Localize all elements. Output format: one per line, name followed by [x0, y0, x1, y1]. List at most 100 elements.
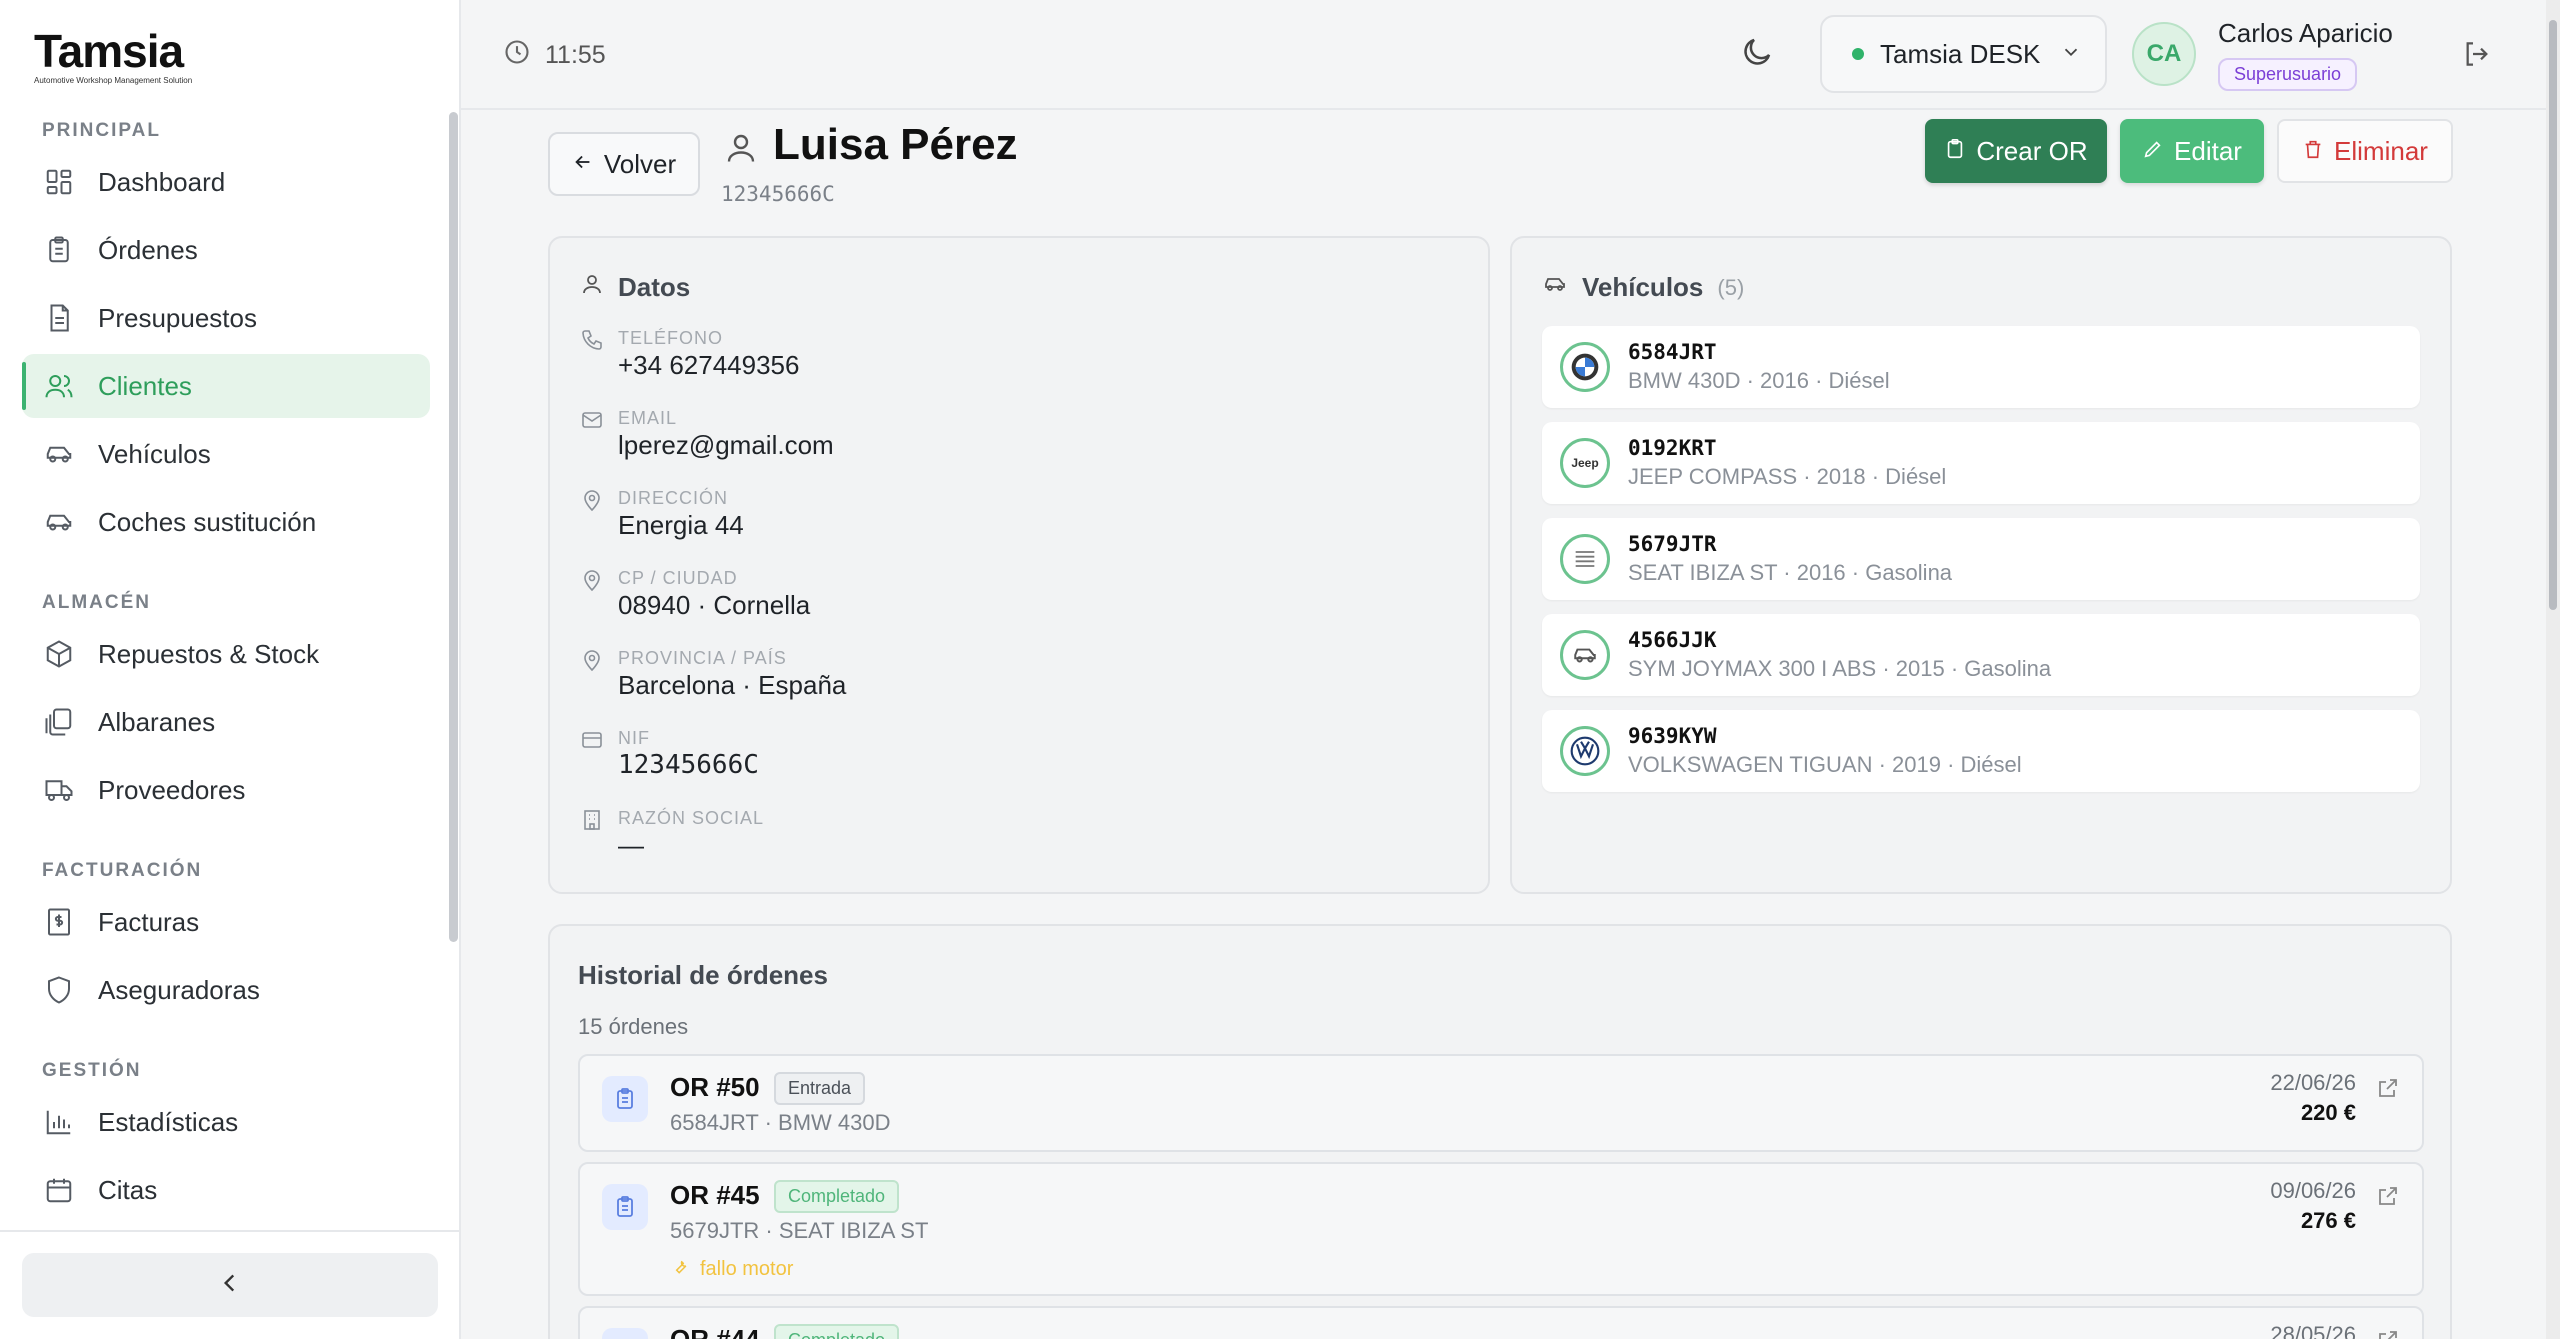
sidebar-item-albaranes[interactable]: Albaranes: [22, 690, 430, 754]
field-value: 12345666C: [618, 750, 759, 780]
status-badge: Completado: [774, 1180, 900, 1213]
moon-icon: [1739, 38, 1775, 74]
order-vehicle: 5679JTR · SEAT IBIZA ST: [670, 1218, 929, 1243]
sidebar-item-estadisticas[interactable]: Estadísticas: [22, 1090, 430, 1154]
sidebar-item-label: Aseguradoras: [98, 974, 260, 1005]
collapse-sidebar-button[interactable]: [22, 1253, 438, 1317]
shield-icon: [42, 973, 76, 1007]
sidebar-item-clientes[interactable]: Clientes: [22, 354, 430, 418]
order-row[interactable]: OR #44 Completado 28/05/26: [578, 1306, 2424, 1339]
external-link-icon[interactable]: [2376, 1328, 2400, 1339]
app-tagline: Automotive Workshop Management Solution: [34, 76, 193, 85]
edit-button[interactable]: Editar: [2120, 119, 2264, 183]
sidebar-item-facturas[interactable]: Facturas: [22, 890, 430, 954]
workspace-selector[interactable]: Tamsia DESK: [1820, 15, 2107, 93]
vehicle-desc: VOLKSWAGEN TIGUAN · 2019 · Diésel: [1628, 752, 2022, 777]
vehicle-plate: 5679JTR: [1628, 532, 1717, 556]
sidebar-item-label: Citas: [98, 1174, 158, 1205]
field-label: EMAIL: [618, 408, 678, 428]
vw-logo-icon: [1560, 726, 1610, 776]
field-label: NIF: [618, 728, 650, 748]
external-link-icon[interactable]: [2376, 1184, 2400, 1213]
field-email: EMAIL lperez@gmail.com: [580, 408, 1430, 478]
pin-icon: [580, 648, 604, 677]
sidebar-scrollbar[interactable]: [449, 112, 458, 942]
seat-logo-icon: [1560, 534, 1610, 584]
field-label: PROVINCIA / PAÍS: [618, 648, 787, 668]
logout-button[interactable]: [2461, 38, 2493, 75]
order-vehicle: 6584JRT · BMW 430D: [670, 1110, 891, 1135]
delete-button[interactable]: Eliminar: [2277, 119, 2453, 183]
sidebar-item-dashboard[interactable]: Dashboard: [22, 150, 430, 214]
order-row[interactable]: OR #50 Entrada 6584JRT · BMW 430D 22/06/…: [578, 1054, 2424, 1152]
external-link-icon[interactable]: [2376, 1076, 2400, 1105]
status-dot: [1852, 48, 1864, 60]
field-razon-social: RAZÓN SOCIAL —: [580, 808, 1430, 878]
field-value: —: [618, 830, 644, 860]
arrow-left-icon: [572, 149, 594, 180]
sidebar-item-label: Proveedores: [98, 774, 246, 805]
datos-title-text: Datos: [618, 272, 691, 302]
field-value: 08940 · Cornella: [618, 590, 811, 620]
app-logo[interactable]: Tamsia Automotive Workshop Management So…: [34, 28, 192, 85]
page-scrollbar[interactable]: [2546, 0, 2560, 1339]
field-value: Barcelona · España: [618, 670, 847, 700]
nav-section-gestion: GESTIÓN: [42, 1060, 142, 1081]
calendar-icon: [42, 1173, 76, 1207]
car-icon: [1560, 630, 1610, 680]
page-title: Luisa Pérez: [773, 120, 1018, 169]
edit-label: Editar: [2174, 135, 2242, 166]
vehicles-title: Vehículos (5): [1542, 272, 1744, 303]
sidebar-item-coches-sustitucion[interactable]: Coches sustitución: [22, 490, 430, 554]
clipboard-icon: [1944, 136, 1966, 167]
vehicle-item[interactable]: 5679JTR SEAT IBIZA ST · 2016 · Gasolina: [1542, 518, 2420, 600]
car-icon: [1542, 272, 1568, 303]
order-date: 28/05/26: [2270, 1322, 2356, 1339]
vehicles-count: (5): [1717, 274, 1745, 300]
clock: 11:55: [503, 38, 606, 73]
vehicle-desc: BMW 430D · 2016 · Diésel: [1628, 368, 1890, 393]
vehicle-plate: 9639KYW: [1628, 724, 1717, 748]
building-icon: [580, 808, 604, 837]
sidebar-item-repuestos[interactable]: Repuestos & Stock: [22, 622, 430, 686]
field-nif: NIF 12345666C: [580, 728, 1430, 798]
order-number: OR #50: [670, 1072, 760, 1102]
clipboard-icon: [42, 233, 76, 267]
theme-toggle[interactable]: [1739, 34, 1775, 75]
topbar: 11:55 Tamsia DESK CA Carlos Aparicio Sup…: [461, 0, 2546, 110]
vehicle-item[interactable]: 9639KYW VOLKSWAGEN TIGUAN · 2019 · Diése…: [1542, 710, 2420, 792]
app-logo-text: Tamsia: [34, 25, 184, 77]
delete-label: Eliminar: [2334, 135, 2428, 166]
role-badge: Superusuario: [2218, 58, 2358, 91]
vehicle-desc: JEEP COMPASS · 2018 · Diésel: [1628, 464, 1947, 489]
order-amount: 276 €: [2300, 1208, 2356, 1233]
vehicle-item[interactable]: 4566JJK SYM JOYMAX 300 I ABS · 2015 · Ga…: [1542, 614, 2420, 696]
user-name: Carlos Aparicio: [2218, 18, 2393, 48]
pencil-icon: [2142, 136, 2164, 167]
sidebar-item-vehiculos[interactable]: Vehículos: [22, 422, 430, 486]
car-icon: [42, 505, 76, 539]
pin-icon: [580, 488, 604, 517]
sidebar-divider: [0, 1230, 459, 1232]
back-button[interactable]: Volver: [548, 132, 700, 196]
sidebar-item-proveedores[interactable]: Proveedores: [22, 758, 430, 822]
sidebar-item-citas[interactable]: Citas: [22, 1158, 430, 1222]
clipboard-icon: [602, 1328, 648, 1339]
page-scrollbar-thumb[interactable]: [2549, 20, 2557, 610]
field-telefono: TELÉFONO +34 627449356: [580, 328, 1430, 398]
vehicle-item[interactable]: Jeep 0192KRT JEEP COMPASS · 2018 · Diése…: [1542, 422, 2420, 504]
avatar[interactable]: CA: [2132, 22, 2196, 86]
create-order-button[interactable]: Crear OR: [1925, 119, 2107, 183]
sidebar-item-aseguradoras[interactable]: Aseguradoras: [22, 958, 430, 1022]
document-icon: [42, 301, 76, 335]
sidebar-item-ordenes[interactable]: Órdenes: [22, 218, 430, 282]
order-number: OR #44: [670, 1324, 760, 1339]
order-row[interactable]: OR #45 Completado 5679JTR · SEAT IBIZA S…: [578, 1162, 2424, 1296]
field-provincia-pais: PROVINCIA / PAÍS Barcelona · España: [580, 648, 1430, 718]
order-date: 09/06/26: [2270, 1178, 2356, 1203]
create-order-label: Crear OR: [1976, 135, 2088, 166]
vehicle-item[interactable]: 6584JRT BMW 430D · 2016 · Diésel: [1542, 326, 2420, 408]
sidebar-item-presupuestos[interactable]: Presupuestos: [22, 286, 430, 350]
clock-time: 11:55: [545, 41, 606, 69]
status-badge: Completado: [774, 1324, 900, 1339]
